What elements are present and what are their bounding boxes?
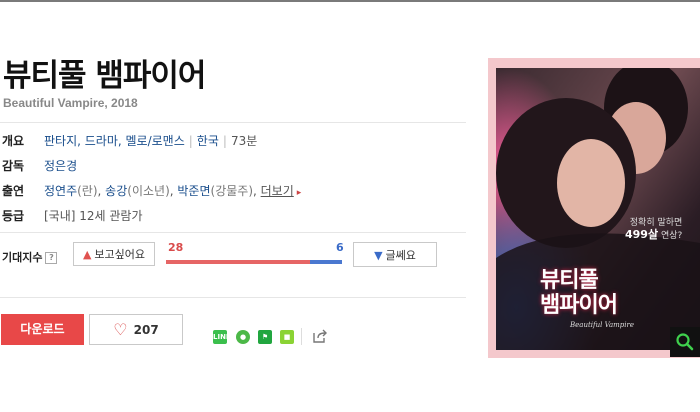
expect-index: 기대지수? — [2, 249, 58, 265]
overview-label: 개요 — [2, 134, 25, 148]
thumbs-up-icon: ▲ — [82, 248, 92, 261]
share-icon[interactable] — [312, 328, 328, 344]
cast-label: 출연 — [2, 184, 25, 198]
heart-icon: ♡ — [113, 320, 128, 339]
role: (란) — [77, 184, 98, 198]
top-border — [0, 0, 700, 2]
divider — [301, 328, 302, 345]
want-label: 보고싶어요 — [94, 248, 146, 261]
memo-icon[interactable]: ■ — [280, 330, 294, 344]
kakaostory-icon[interactable]: ● — [236, 330, 250, 344]
actor-link[interactable]: 송강 — [105, 184, 127, 198]
line-icon[interactable]: LINE — [213, 330, 231, 344]
more-cast-link[interactable]: 더보기 — [261, 184, 294, 198]
divider — [0, 122, 466, 123]
poster-script-title: Beautiful Vampire — [570, 321, 635, 329]
zoom-button[interactable] — [670, 327, 700, 357]
help-icon[interactable]: ? — [45, 252, 58, 264]
divider — [0, 232, 466, 233]
dislike-label: 글쎄요 — [385, 249, 416, 262]
movie-title: 뷰티풀 뱀파이어 — [3, 58, 206, 94]
want-count: 28 — [168, 241, 184, 254]
director-link[interactable]: 정은경 — [44, 159, 77, 173]
divider — [0, 297, 466, 298]
download-button[interactable]: 다운로드 — [1, 314, 84, 345]
expect-gauge-fill — [166, 260, 311, 264]
chevron-right-icon: ▸ — [296, 188, 302, 198]
country-link[interactable]: 한국 — [197, 134, 219, 148]
actor-link[interactable]: 박준면 — [177, 184, 210, 198]
director-label: 감독 — [2, 159, 25, 173]
like-button[interactable]: ♡ 207 — [89, 314, 183, 345]
want-to-see-button[interactable]: ▲ 보고싶어요 — [73, 242, 155, 266]
thumbs-down-icon: ▼ — [374, 249, 383, 262]
actor-link[interactable]: 정연주 — [44, 184, 77, 198]
dislike-count: 6 — [336, 241, 344, 254]
poster-tagline: 정확히 말하면 499살 연상? — [625, 218, 683, 241]
expect-label: 기대지수 — [2, 251, 43, 264]
not-sure-button[interactable]: ▼ 글쎄요 — [353, 242, 437, 267]
role: (강물주) — [210, 184, 253, 198]
genre-link[interactable]: 판타지, 드라마, 멜로/로맨스 — [44, 134, 185, 148]
like-count: 207 — [133, 323, 159, 337]
runtime: 73분 — [230, 134, 258, 148]
expect-gauge — [166, 260, 342, 264]
band-icon[interactable]: ⚑ — [258, 330, 272, 344]
movie-subtitle: Beautiful Vampire, 2018 — [3, 96, 138, 110]
poster-title: 뷰티풀 뱀파이어 — [540, 268, 618, 318]
rating-label: 등급 — [2, 209, 25, 223]
role: (이소년) — [127, 184, 170, 198]
rating-value: [국내] 12세 관람가 — [44, 209, 143, 223]
